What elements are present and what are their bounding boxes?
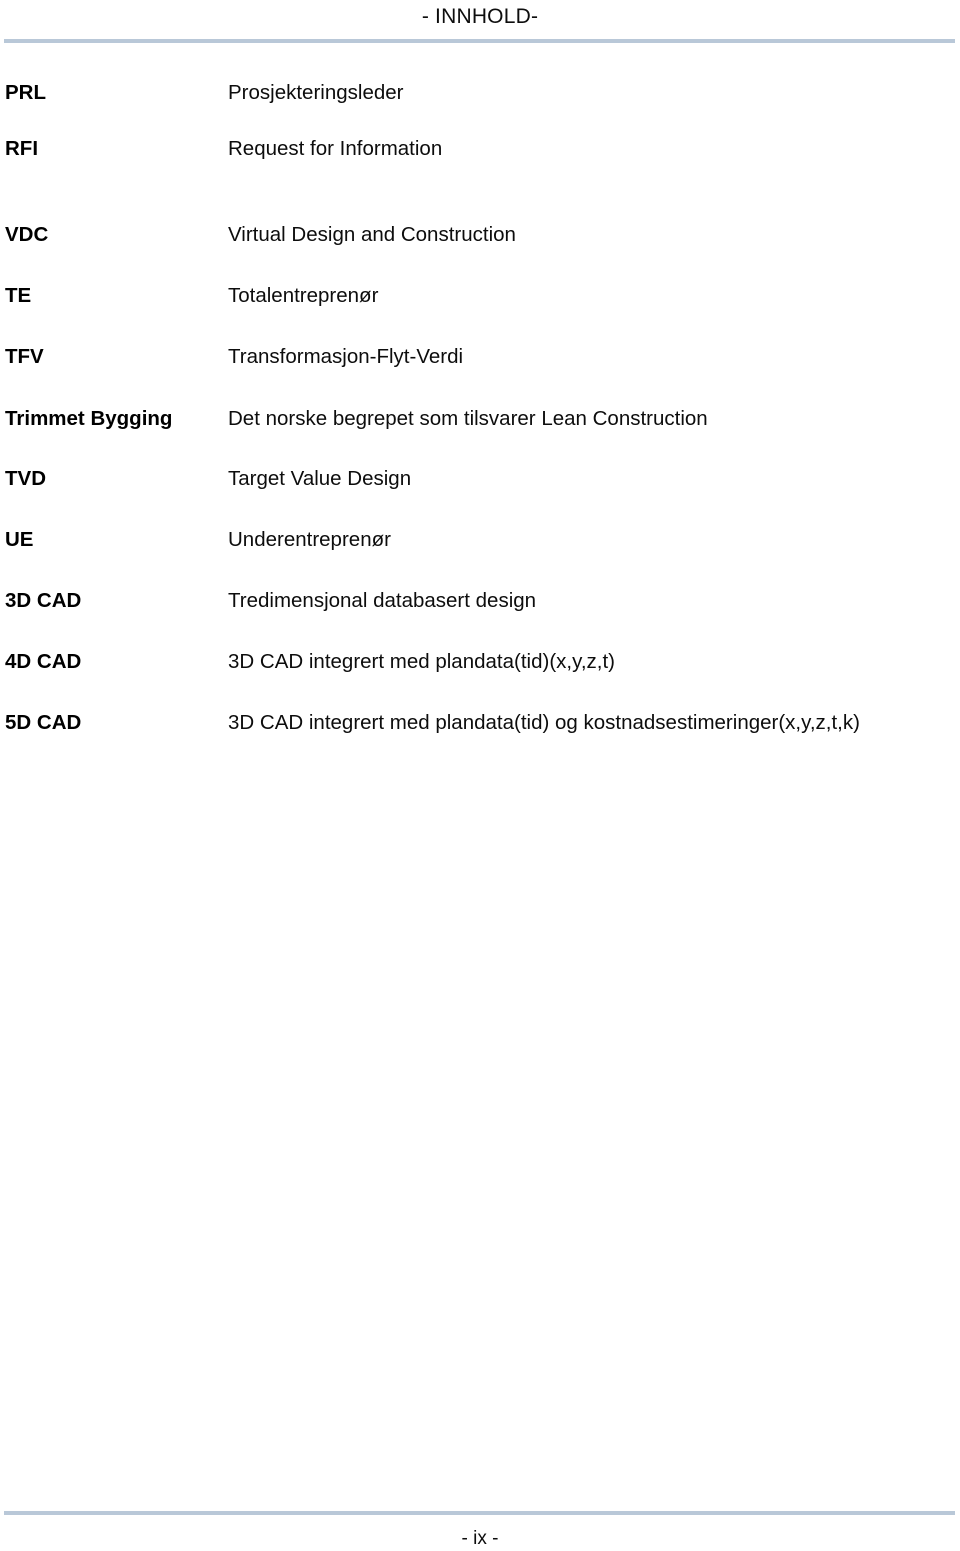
glossary-term: TE bbox=[5, 284, 32, 307]
footer-page-number: - ix - bbox=[461, 1528, 499, 1549]
glossary-definition: Prosjekteringsleder bbox=[228, 81, 404, 104]
glossary-row: TVD Target Value Design bbox=[0, 466, 960, 496]
glossary-term: 5D CAD bbox=[5, 711, 82, 734]
glossary-definition: Totalentreprenør bbox=[228, 284, 379, 307]
document-page: - INNHOLD- PRL Prosjekteringsleder RFI Requ… bbox=[0, 0, 960, 1551]
glossary-row: VDC Virtual Design and Construction bbox=[0, 222, 960, 252]
glossary-row: TE Totalentreprenør bbox=[0, 283, 960, 313]
glossary-row: RFI Request for Information bbox=[0, 136, 960, 166]
glossary-term: 3D CAD bbox=[5, 589, 82, 612]
glossary-term: 4D CAD bbox=[5, 650, 82, 673]
glossary-term: TFV bbox=[5, 345, 44, 368]
glossary-term: VDC bbox=[5, 223, 49, 246]
footer-divider-rule bbox=[4, 1511, 955, 1515]
glossary-row: TFV Transformasjon-Flyt-Verdi bbox=[0, 344, 960, 374]
glossary-definition: 3D CAD integrert med plandata(tid)(x,y,z… bbox=[228, 650, 615, 673]
glossary-definition: 3D CAD integrert med plandata(tid) og ko… bbox=[228, 711, 860, 734]
glossary-row: UE Underentreprenør bbox=[0, 527, 960, 557]
page-header-title: - INNHOLD- bbox=[421, 5, 539, 28]
glossary-term: UE bbox=[5, 528, 34, 551]
glossary-definition: Underentreprenør bbox=[228, 528, 391, 551]
glossary-row: 4D CAD 3D CAD integrert med plandata(tid)… bbox=[0, 649, 960, 679]
glossary-definition: Virtual Design and Construction bbox=[228, 223, 516, 246]
glossary-definition: Det norske begrepet som tilsvarer Lean C… bbox=[228, 407, 708, 430]
header-divider-rule bbox=[4, 39, 955, 43]
glossary-definition: Transformasjon-Flyt-Verdi bbox=[228, 345, 464, 368]
glossary-definition: Target Value Design bbox=[228, 467, 412, 490]
glossary-term: TVD bbox=[5, 467, 46, 490]
glossary-row: 3D CAD Tredimensjonal databasert design bbox=[0, 588, 960, 618]
glossary-row: PRL Prosjekteringsleder bbox=[0, 80, 960, 110]
glossary-row: Trimmet Bygging Det norske begrepet som t… bbox=[0, 406, 960, 436]
glossary-row: 5D CAD 3D CAD integrert med plandata(tid)… bbox=[0, 710, 960, 740]
glossary-definition: Tredimensjonal databasert design bbox=[228, 589, 537, 612]
glossary-term: PRL bbox=[5, 81, 46, 104]
glossary-term: RFI bbox=[5, 137, 39, 160]
glossary-term: Trimmet Bygging bbox=[5, 407, 173, 430]
glossary-definition: Request for Information bbox=[228, 137, 443, 160]
